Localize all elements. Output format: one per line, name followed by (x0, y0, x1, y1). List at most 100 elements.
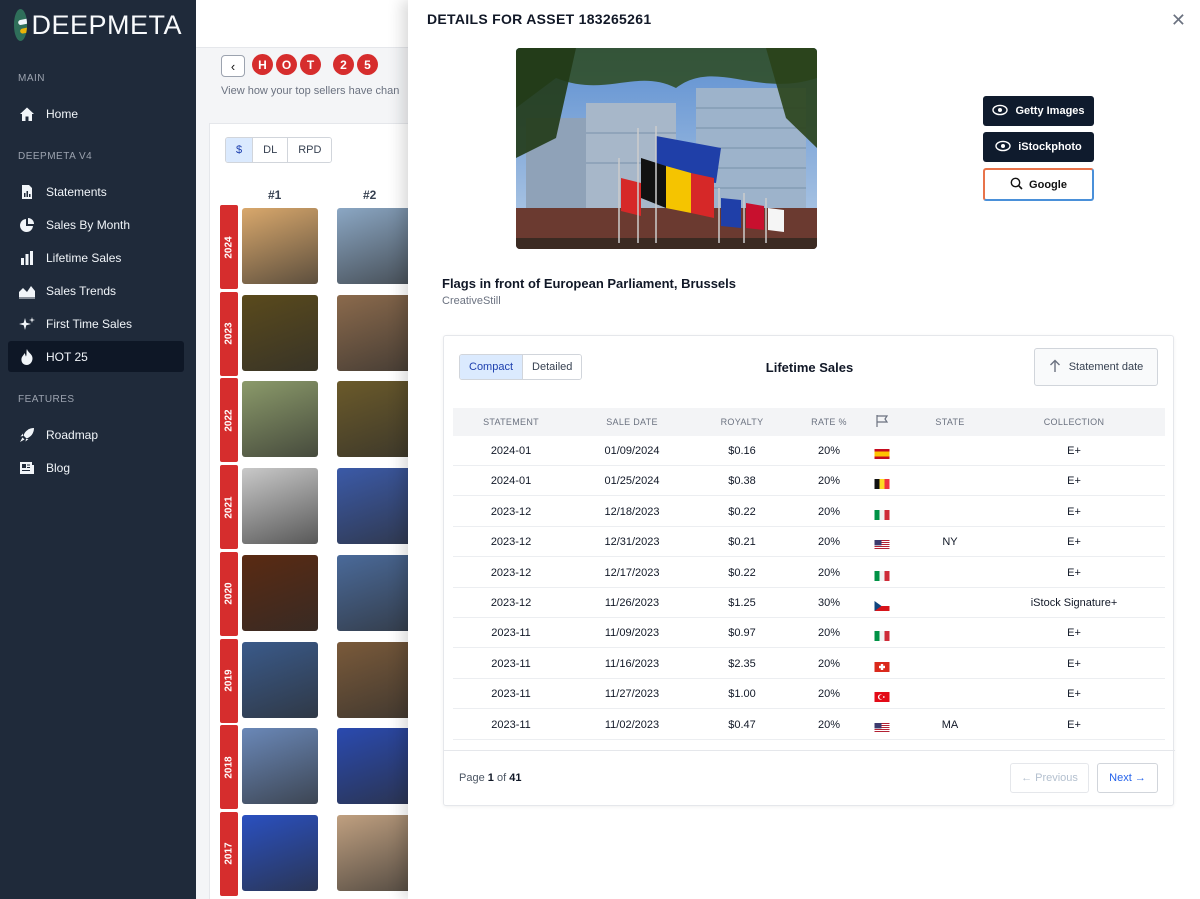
cell-rate: 20% (817, 475, 841, 488)
cell-sale-date: 11/02/2023 (604, 718, 660, 731)
cell-sale-date: 12/17/2023 (604, 566, 660, 579)
istockphoto-button[interactable]: iStockphoto (983, 132, 1094, 162)
cell-statement: 2023-11 (491, 657, 531, 670)
arrow-up-icon (1049, 359, 1061, 376)
country-flag-icon-ch (874, 659, 890, 672)
asset-thumbnail[interactable] (337, 814, 413, 891)
rocket-icon (18, 426, 36, 444)
sidebar-item-home[interactable]: Home (8, 98, 184, 129)
cell-collection: E+ (1067, 657, 1081, 670)
cell-rate: 20% (817, 718, 841, 731)
column-header: SALE DATE (606, 417, 658, 427)
country-flag-icon-it (874, 628, 890, 642)
country-flag-icon-be (874, 476, 890, 490)
bar-chart-icon (18, 249, 36, 267)
metric-tab[interactable]: DL (252, 138, 288, 162)
logo-mark-icon (14, 9, 28, 41)
rank-header: #2 (363, 188, 377, 202)
asset-thumbnail[interactable] (242, 641, 318, 718)
asset-thumbnail[interactable] (242, 381, 318, 458)
asset-thumbnail[interactable] (242, 814, 318, 891)
next-page-button[interactable]: Next → (1097, 763, 1158, 793)
asset-photo (516, 48, 817, 249)
country-flag-icon-cz (874, 598, 890, 611)
cell-statement: 2023-12 (490, 566, 532, 579)
close-icon[interactable]: ✕ (1171, 10, 1186, 31)
cell-statement: 2023-11 (491, 718, 531, 731)
table-row: 2024-01 01/09/2024 $0.16 20% E+ (453, 436, 1165, 466)
sidebar-item-label: HOT 25 (46, 349, 88, 364)
cell-collection: E+ (1067, 505, 1081, 518)
cell-sale-date: 11/26/2023 (604, 597, 660, 609)
cell-collection: E+ (1067, 566, 1081, 579)
year-label-text: 2023 (223, 322, 235, 345)
asset-thumbnail[interactable] (337, 554, 413, 631)
asset-title: Flags in front of European Parliament, B… (442, 276, 737, 291)
cell-rate: 20% (817, 627, 841, 640)
cell-statement: 2024-01 (490, 445, 532, 457)
back-button[interactable]: ‹ (221, 55, 245, 77)
asset-thumbnail[interactable] (242, 468, 318, 545)
google-label: Google (1029, 178, 1067, 191)
year-label: 2023 (220, 291, 238, 376)
logo[interactable]: DEEPMETA (0, 0, 196, 50)
table-row: 2023-11 11/02/2023 $0.47 20% MA E+ (453, 710, 1165, 740)
asset-thumbnail[interactable] (337, 641, 413, 718)
cell-royalty: $0.97 (728, 627, 756, 640)
asset-thumbnail[interactable] (337, 294, 413, 371)
sidebar-item-label: Blog (46, 460, 71, 475)
sidebar-item-label: Roadmap (46, 427, 99, 442)
year-label-text: 2020 (223, 582, 235, 605)
year-label: 2021 (220, 465, 238, 550)
sidebar-item-label: First Time Sales (46, 316, 133, 331)
sidebar-item-lifetime-sales[interactable]: Lifetime Sales (8, 242, 184, 273)
previous-page-button[interactable]: ← Previous (1010, 763, 1089, 793)
year-label-text: 2018 (223, 756, 235, 779)
search-icon (1010, 177, 1023, 193)
newspaper-icon (18, 459, 36, 477)
asset-thumbnail[interactable] (337, 381, 413, 458)
asset-thumbnail[interactable] (337, 208, 413, 284)
column-header: STATE (935, 417, 965, 427)
metric-tab[interactable]: $ (226, 138, 253, 162)
sidebar-item-label: Home (46, 106, 79, 121)
sparkles-icon (18, 315, 36, 333)
year-label-text: 2019 (223, 669, 235, 692)
asset-thumbnail[interactable] (242, 208, 318, 284)
year-label: 2018 (220, 725, 238, 810)
cell-statement: 2023-11 (491, 688, 531, 701)
hot25-board: $ DL RPD #1 #2 2024 2023 2022 2021 2020 2019 2018 2… (209, 123, 429, 899)
cell-sale-date: 01/09/2024 (604, 445, 660, 457)
cell-statement: 2023-12 (490, 597, 532, 609)
sidebar-item-label: Statements (46, 184, 107, 199)
metric-tab[interactable]: RPD (287, 138, 332, 162)
brand-name: DEEPMETA (31, 9, 182, 40)
asset-thumbnail[interactable] (242, 728, 318, 805)
sidebar-item-sales-by-month[interactable]: Sales By Month (8, 209, 184, 240)
sidebar-section-title: MAIN (18, 73, 45, 84)
asset-thumbnail[interactable] (242, 554, 318, 631)
total-pages: 41 (509, 772, 522, 784)
cell-rate: 30% (817, 597, 841, 609)
sidebar-item-statements[interactable]: Statements (8, 176, 184, 207)
cell-statement: 2023-11 (491, 627, 531, 640)
sort-statement-date-button[interactable]: Statement date (1034, 348, 1158, 386)
hot25-letter-badge: H (252, 54, 273, 75)
getty-images-button[interactable]: Getty Images (983, 96, 1094, 126)
country-flag-icon-es (874, 446, 890, 459)
asset-author[interactable]: CreativeStill (442, 295, 501, 307)
asset-thumbnail[interactable] (337, 728, 413, 805)
sidebar-item-blog[interactable]: Blog (8, 452, 184, 483)
table-row: 2023-11 11/09/2023 $0.97 20% E+ (453, 618, 1165, 649)
asset-thumbnail[interactable] (337, 468, 413, 545)
sidebar-section-title: DEEPMETA V4 (18, 151, 93, 162)
sidebar-item-first-time-sales[interactable]: First Time Sales (8, 308, 184, 339)
hot25-letter-badge: O (276, 54, 297, 75)
document-icon (18, 183, 36, 201)
sidebar-item-sales-trends[interactable]: Sales Trends (8, 275, 184, 306)
google-search-button[interactable]: Google (983, 168, 1094, 201)
asset-thumbnail[interactable] (242, 294, 318, 371)
sidebar-item-hot-25[interactable]: HOT 25 (8, 341, 184, 372)
table-row: 2023-12 11/26/2023 $1.25 30% iStock Signatur… (453, 588, 1165, 618)
sidebar-item-roadmap[interactable]: Roadmap (8, 419, 184, 450)
